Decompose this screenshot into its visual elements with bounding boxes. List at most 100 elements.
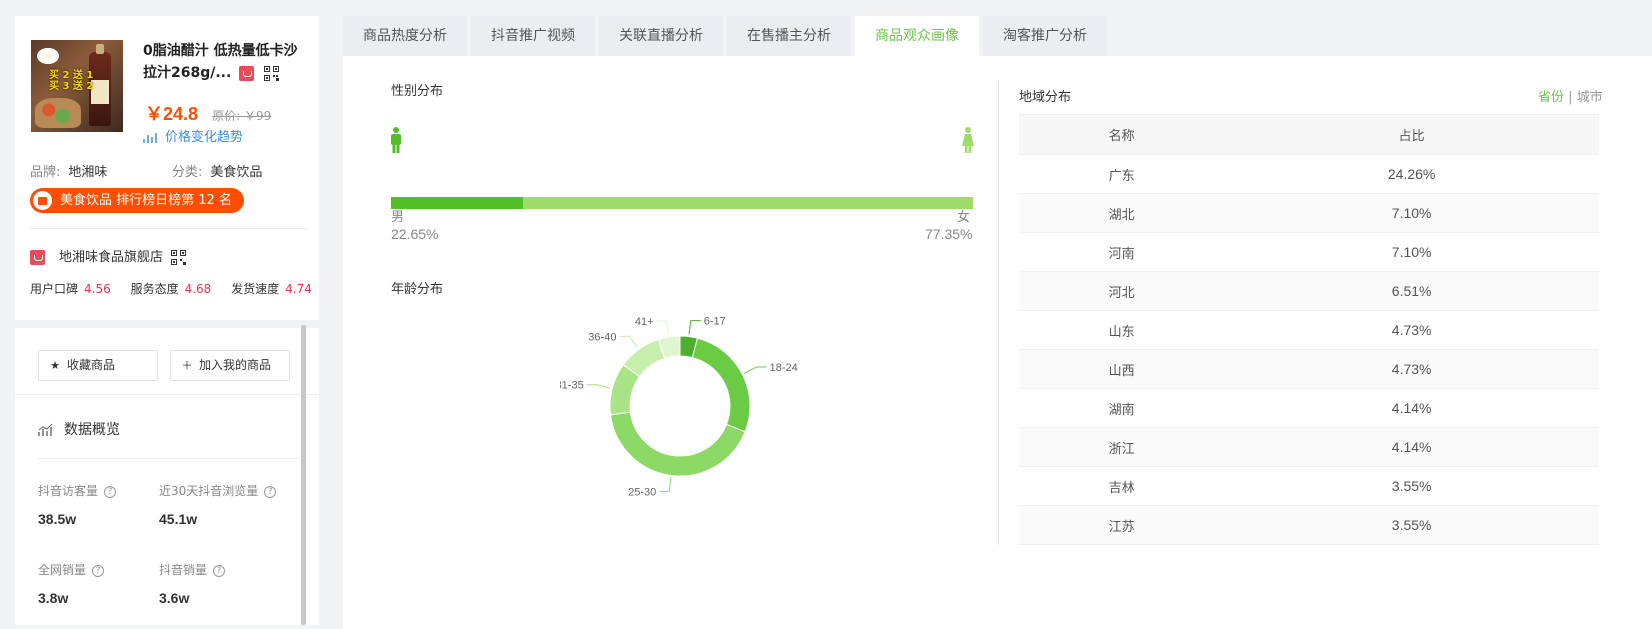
switch-city[interactable]: 城市	[1577, 90, 1603, 105]
data-overview-card: 数据概览 抖音访客量? 38.5w 近30天抖音浏览量? 45.1w 全网销量? 3.…	[15, 395, 319, 625]
table-row: 广东 24.26%	[1019, 154, 1599, 194]
help-icon[interactable]: ?	[104, 485, 117, 498]
store-icon[interactable]	[239, 65, 255, 81]
tab-live-analysis[interactable]: 关联直播分析	[599, 16, 723, 56]
table-row: 浙江 4.14%	[1019, 427, 1599, 467]
chart-icon	[38, 423, 53, 436]
stat-douyin-sales: 抖音销量? 3.6w	[159, 561, 226, 606]
price-trend-link[interactable]: 价格变化趋势	[143, 126, 243, 145]
male-label: 男	[391, 210, 405, 225]
region-share: 3.55%	[1224, 466, 1599, 506]
col-share: 占比	[1224, 114, 1599, 155]
donut-label: 41+	[635, 316, 654, 328]
favorite-button[interactable]: ★ 收藏商品	[38, 350, 158, 381]
region-share: 4.73%	[1224, 310, 1599, 350]
region-name: 广东	[1019, 154, 1225, 194]
region-name: 河北	[1019, 271, 1225, 311]
store-icon	[30, 250, 45, 265]
donut-slice-25-30[interactable]	[609, 411, 746, 477]
table-row: 湖南 4.14%	[1019, 388, 1599, 428]
female-pct: 77.35%	[925, 226, 973, 242]
region-share: 7.10%	[1224, 232, 1599, 272]
donut-label: 25-30	[628, 486, 656, 498]
donut-label: 6-17	[704, 316, 726, 328]
col-name: 名称	[1019, 114, 1225, 155]
tab-taoke-analysis[interactable]: 淘客推广分析	[983, 16, 1107, 56]
region-share: 3.55%	[1224, 505, 1599, 545]
table-row: 河北 6.51%	[1019, 271, 1599, 311]
help-icon[interactable]: ?	[264, 485, 277, 498]
stat-total-sales: 全网销量? 3.8w	[38, 561, 105, 606]
female-label: 女	[957, 210, 971, 225]
help-icon[interactable]: ?	[92, 564, 105, 577]
male-bar-fill	[391, 197, 523, 209]
donut-label: 36-40	[588, 331, 616, 343]
region-title: 地域分布	[1019, 90, 1072, 105]
region-share: 6.51%	[1224, 271, 1599, 311]
store-name[interactable]: 地湘味食品旗舰店	[59, 250, 163, 265]
age-title: 年龄分布	[391, 282, 444, 297]
region-name: 湖北	[1019, 193, 1225, 233]
brand-value: 地湘味	[68, 165, 108, 180]
rank-badge[interactable]: 美食饮品 排行榜日榜第 12 名	[30, 188, 244, 213]
region-share: 4.14%	[1224, 388, 1599, 428]
add-to-mine-button[interactable]: ＋加入我的商品	[170, 350, 290, 381]
region-name: 浙江	[1019, 427, 1225, 467]
table-row: 吉林 3.55%	[1019, 466, 1599, 506]
product-card: 买 2 送 1 买 3 送 2 0脂油醋汁 低热量低卡沙拉汁268g/... ￥…	[15, 16, 319, 320]
switch-province[interactable]: 省份	[1538, 90, 1564, 105]
audience-panel: 性别分布 男 女 22.65% 77.35% 年龄分布 6-17 18-24 25-…	[343, 56, 1652, 629]
original-price: 原价: ￥99	[212, 109, 272, 123]
shopping-bag-icon	[33, 191, 52, 210]
star-icon: ★	[50, 359, 60, 372]
region-share: 24.26%	[1224, 154, 1599, 194]
tab-audience-profile[interactable]: 商品观众画像	[855, 16, 979, 56]
male-pct: 22.65%	[391, 226, 439, 242]
tab-promo-videos[interactable]: 抖音推广视频	[471, 16, 595, 56]
promo-text: 买 2 送 1 买 3 送 2	[49, 70, 94, 92]
donut-leader-line	[586, 384, 611, 389]
product-sidebar: 买 2 送 1 买 3 送 2 0脂油醋汁 低热量低卡沙拉汁268g/... ￥…	[15, 16, 319, 625]
donut-slice-18-24[interactable]	[691, 337, 751, 433]
donut-leader-line	[619, 335, 639, 349]
table-row: 湖北 7.10%	[1019, 193, 1599, 233]
sidebar-scrollbar[interactable]	[301, 325, 306, 625]
gender-title: 性别分布	[391, 84, 444, 99]
action-card: ★ 收藏商品 ＋加入我的商品	[15, 328, 319, 395]
table-row: 山西 4.73%	[1019, 349, 1599, 389]
analysis-tabs: 商品热度分析 抖音推广视频 关联直播分析 在售播主分析 商品观众画像 淘客推广分…	[343, 16, 1111, 56]
donut-leader-line	[688, 320, 701, 335]
region-name: 河南	[1019, 232, 1225, 272]
region-name: 江苏	[1019, 505, 1225, 545]
qr-code-icon[interactable]	[171, 250, 187, 265]
product-meta: 品牌: 地湘味 分类: 美食饮品	[30, 165, 263, 180]
region-share: 4.73%	[1224, 349, 1599, 389]
table-row: 河南 7.10%	[1019, 232, 1599, 272]
female-icon	[962, 127, 974, 153]
qr-code-icon[interactable]	[264, 65, 280, 81]
bar-chart-icon	[143, 132, 157, 143]
stat-douyin-visitors: 抖音访客量? 38.5w	[38, 482, 117, 527]
current-price: ￥24.8	[145, 104, 199, 124]
donut-leader-line	[656, 320, 670, 335]
tab-heat-analysis[interactable]: 商品热度分析	[343, 16, 467, 56]
region-table-header: 名称 占比	[1019, 114, 1599, 155]
price-row: ￥24.8 原价: ￥99	[145, 100, 271, 126]
gender-bar	[391, 197, 973, 209]
region-share: 7.10%	[1224, 193, 1599, 233]
donut-leader-line	[659, 477, 672, 492]
donut-label: 31-35	[560, 380, 584, 392]
plus-icon: ＋	[181, 359, 193, 372]
age-donut-chart[interactable]: 6-17 18-24 25-30 31-35 36-40 41+	[560, 306, 800, 506]
male-icon	[391, 127, 401, 153]
region-table: 名称 占比 广东 24.26% 湖北 7.10% 河南 7.10% 河北 6.51% 山东 4.7…	[1019, 114, 1599, 545]
tab-streamer-analysis[interactable]: 在售播主分析	[727, 16, 851, 56]
region-name: 吉林	[1019, 466, 1225, 506]
region-name: 湖南	[1019, 388, 1225, 428]
region-name: 山东	[1019, 310, 1225, 350]
product-title[interactable]: 0脂油醋汁 低热量低卡沙拉汁268g/...	[143, 40, 309, 84]
product-image[interactable]: 买 2 送 1 买 3 送 2	[31, 40, 123, 132]
region-name: 山西	[1019, 349, 1225, 389]
help-icon[interactable]: ?	[213, 564, 226, 577]
store-row[interactable]: 地湘味食品旗舰店	[30, 246, 187, 265]
